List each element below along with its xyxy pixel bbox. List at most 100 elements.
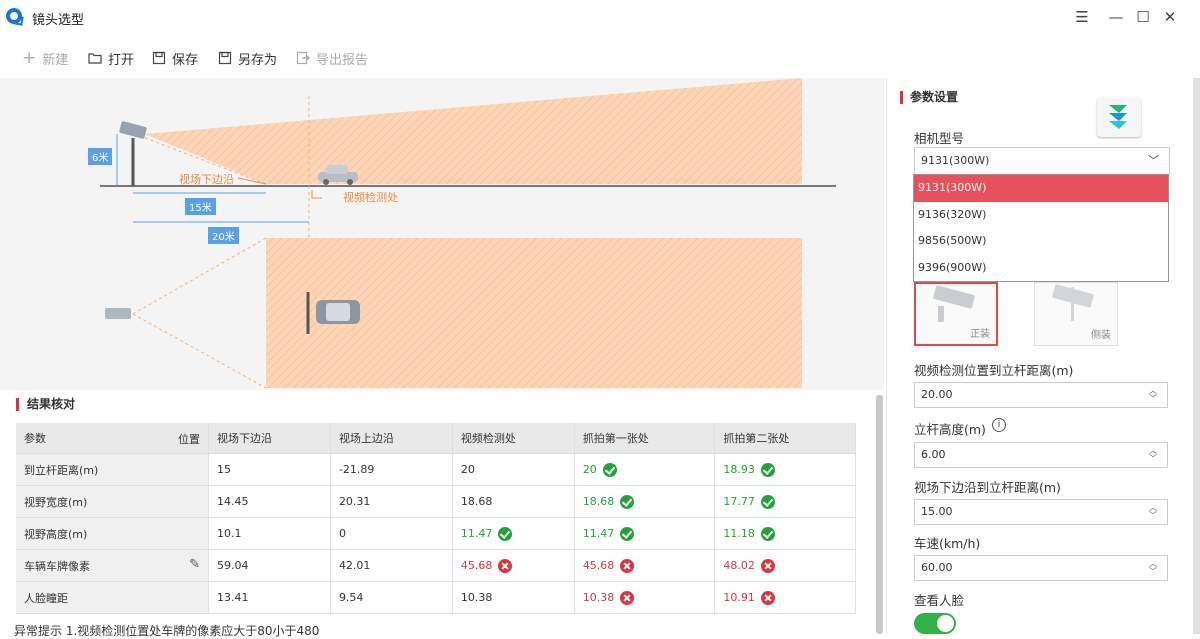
side-camera-icon — [119, 121, 147, 139]
title-bar — [0, 0, 1200, 34]
plus-icon: + — [22, 48, 37, 68]
distance-15-label: 15米 — [185, 198, 216, 215]
fov-lower-distance-label: 视场下边沿到立杆距离(m) — [914, 480, 1061, 495]
speed-input[interactable]: 60.00 ︿ ﹀ — [914, 555, 1168, 581]
top-ray-up — [132, 237, 267, 315]
row-header-label: 视野高度(m) — [24, 527, 88, 541]
results-section-title: 结果核对 — [16, 398, 75, 411]
maximize-button[interactable]: ☐ — [1131, 6, 1155, 28]
edit-icon[interactable]: ✎ — [189, 557, 200, 572]
table-row: 到立杆距离(m) 15 -21.89 20 20 18.93 — [16, 453, 856, 486]
view-face-toggle[interactable] — [914, 613, 956, 634]
cell-value: 18.68 — [582, 494, 615, 508]
open-button[interactable]: 打开 — [88, 48, 134, 68]
error-circle-icon — [620, 558, 635, 573]
row-header: 到立杆距离(m) — [16, 453, 209, 486]
cell-value: 42.01 — [338, 559, 371, 572]
cell-value: 18.93 — [723, 462, 755, 476]
save-as-icon — [218, 51, 232, 65]
row-header-label: 到立杆距离(m) — [24, 463, 99, 477]
mount-side-label: 侧装 — [1091, 330, 1111, 341]
table-cell: 14.45 — [208, 485, 331, 518]
error-circle-icon — [760, 590, 775, 605]
dropdown-option[interactable]: 9131(300W) — [914, 175, 1168, 202]
car-top-icon — [316, 300, 360, 324]
cell-value: 20 — [582, 462, 597, 476]
detect-arrow — [311, 190, 322, 199]
table-cell: 13.41 — [208, 581, 331, 614]
info-icon[interactable]: i — [992, 418, 1006, 432]
cell-value: 11.47 — [460, 526, 493, 540]
table-cell: 0 — [330, 517, 453, 550]
camera-model-dropdown: 9131(300W) 9136(320W) 9856(500W) 9396(90… — [913, 174, 1169, 282]
check-circle-icon — [620, 494, 635, 509]
table-cell: 45.68 — [574, 549, 716, 582]
pole-height-label: 立杆高度(m) — [914, 422, 986, 437]
detect-position-label: 视频检测处 — [343, 191, 398, 204]
spin-arrows-icon[interactable]: ︿ ﹀ — [1149, 504, 1157, 520]
row-header-label: 车辆车牌像素 — [24, 559, 90, 573]
camera-model-value: 9131(300W) — [921, 154, 990, 167]
minimize-button[interactable]: — — [1104, 6, 1128, 28]
table-cell: 18.93 — [714, 453, 856, 486]
cell-value: 13.41 — [217, 591, 249, 604]
error-circle-icon — [760, 558, 775, 573]
export-label: 导出报告 — [316, 52, 369, 68]
app-logo-icon — [6, 8, 22, 24]
pole-height-input[interactable]: 6.00 ︿ ﹀ — [914, 442, 1168, 468]
row-header: 视野宽度(m) — [16, 485, 209, 518]
save-as-button[interactable]: 另存为 — [218, 48, 277, 68]
spin-arrows-icon[interactable]: ︿ ﹀ — [1149, 387, 1157, 403]
save-as-label: 另存为 — [238, 52, 278, 68]
table-cell: -21.89 — [330, 453, 453, 486]
col-header: 视频检测处 — [452, 423, 575, 454]
cell-value: 9.54 — [338, 591, 364, 604]
spin-arrows-icon[interactable]: ︿ ﹀ — [1149, 447, 1157, 463]
row-header-label: 人脸瞳距 — [24, 591, 68, 605]
spin-arrows-icon[interactable]: ︿ ﹀ — [1149, 560, 1157, 576]
table-cell: 11.18 — [714, 517, 856, 550]
dropdown-option[interactable]: 9136(320W) — [914, 202, 1168, 229]
mount-front-option[interactable]: 正装 — [914, 282, 998, 346]
table-row: 车辆车牌像素 ✎ 59.04 42.01 45.68 45.68 48.02 — [16, 549, 856, 582]
fov-diagram-svg — [100, 78, 836, 390]
mount-side-option[interactable]: 侧装 — [1034, 282, 1118, 346]
dropdown-option[interactable]: 9396(900W) — [914, 255, 1168, 282]
table-cell: 11.47 — [452, 517, 575, 550]
top-ray-down — [132, 313, 267, 389]
save-button[interactable]: 保存 — [152, 48, 198, 68]
error-circle-icon — [498, 558, 513, 573]
cell-value: 20 — [460, 463, 475, 476]
params-section-title: 参数设置 — [900, 91, 958, 104]
results-scrollbar[interactable] — [876, 395, 883, 634]
export-report-button[interactable]: 导出报告 — [296, 48, 368, 68]
results-table: 参数 位置 视场下边沿 视场上边沿 视频检测处 抓拍第一张处 抓拍第二张处 到立… — [16, 423, 856, 614]
menu-icon[interactable]: ☰ — [1070, 6, 1094, 28]
col-header: 抓拍第一张处 — [574, 423, 716, 454]
table-cell: 15 — [208, 453, 331, 486]
height-label: 6米 — [88, 148, 113, 165]
cell-value: 10.38 — [582, 590, 615, 604]
dropdown-option[interactable]: 9856(500W) — [914, 228, 1168, 255]
params-scrollbar[interactable] — [1193, 78, 1200, 634]
table-cell: 20 — [452, 453, 575, 486]
fov-lower-distance-input[interactable]: 15.00 ︿ ﹀ — [914, 499, 1168, 525]
distance-20-label: 20米 — [208, 227, 239, 244]
new-label: 新建 — [42, 52, 69, 68]
row-header: 车辆车牌像素 ✎ — [16, 549, 209, 582]
corner-position-label: 位置 — [178, 433, 200, 446]
table-cell: 11.47 — [574, 517, 716, 550]
new-button[interactable]: + 新建 — [22, 48, 68, 68]
detect-distance-input[interactable]: 20.00 ︿ ﹀ — [914, 382, 1168, 408]
table-cell: 59.04 — [208, 549, 331, 582]
product-logo-icon — [1097, 97, 1141, 137]
check-circle-icon — [760, 494, 775, 509]
row-header: 人脸瞳距 — [16, 581, 209, 614]
open-label: 打开 — [108, 52, 135, 68]
table-cell: 10.91 — [714, 581, 856, 614]
camera-model-select[interactable]: 9131(300W) ﹀ — [914, 147, 1170, 175]
view-face-label: 查看人脸 — [914, 593, 965, 608]
cell-value: 15 — [217, 463, 231, 476]
close-button[interactable]: ✕ — [1158, 6, 1182, 28]
detect-distance-label: 视频检测位置到立杆距离(m) — [914, 363, 1074, 378]
